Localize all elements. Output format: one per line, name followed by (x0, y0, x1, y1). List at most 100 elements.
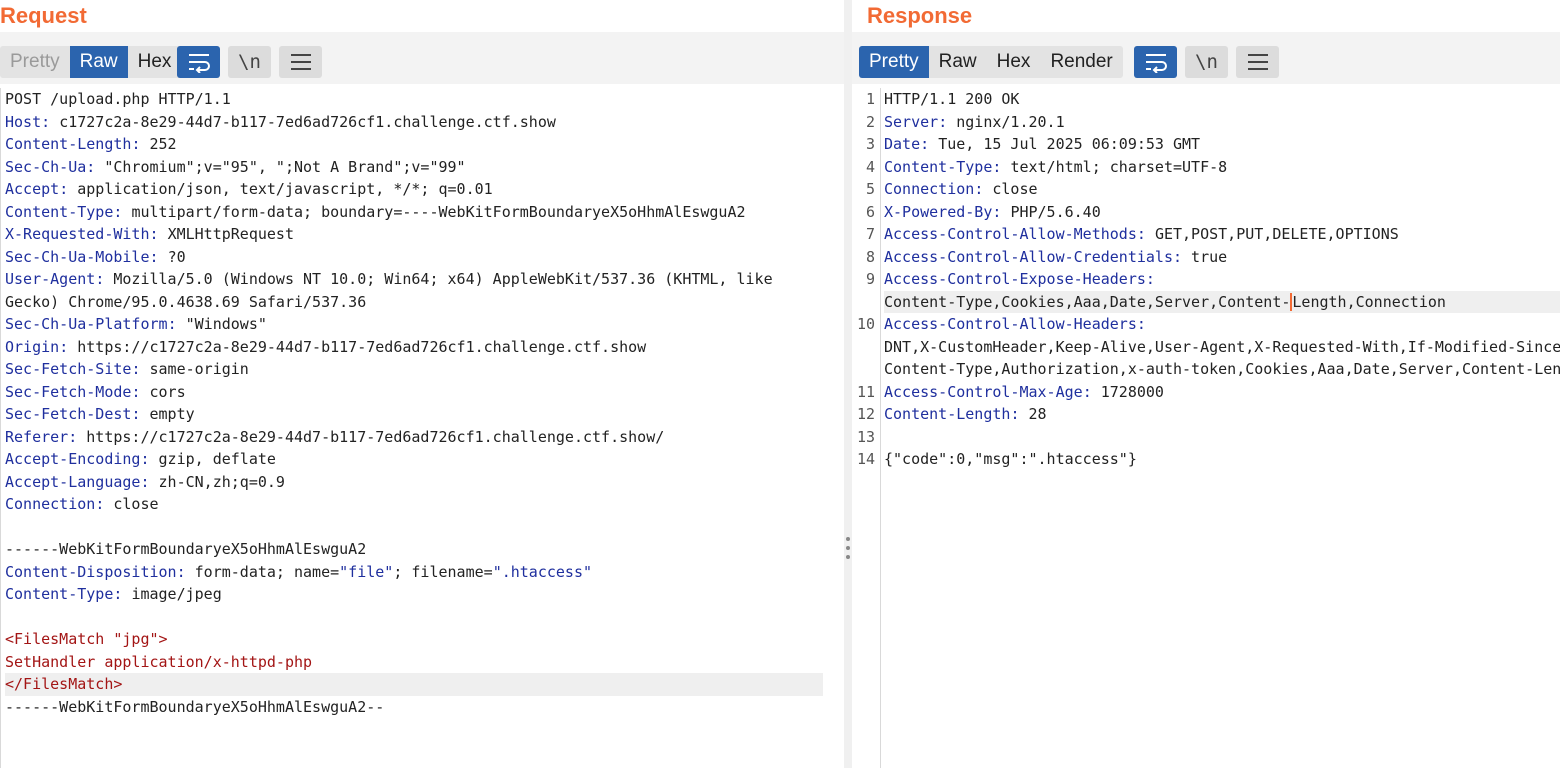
wrap-lines-icon (1145, 54, 1167, 73)
header-name: Content-Type (884, 157, 993, 176)
quoted-value: "file" (339, 562, 394, 581)
line-number (852, 358, 875, 381)
request-line: Sec-Ch-Ua: "Chromium";v="95", ";Not A Br… (5, 156, 466, 179)
line-text: ------WebKitFormBoundaryeX5oHhmAlEswguA2 (5, 540, 367, 558)
newline-toggle-button[interactable]: \n (1185, 46, 1228, 78)
header-separator: : (95, 495, 114, 513)
header-name: X-Powered-By (884, 202, 993, 221)
response-line: Content-Type,Cookies,Aaa,Date,Server,Con… (884, 290, 1560, 313)
header-separator: : (113, 202, 132, 221)
pane-splitter[interactable] (844, 0, 852, 768)
request-line: POST /upload.php HTTP/1.1 (5, 88, 231, 111)
response-line: Access-Control-Allow-Methods: GET,POST,P… (884, 223, 1399, 246)
tab-raw[interactable]: Raw (69, 46, 128, 78)
wrap-lines-button[interactable] (1134, 46, 1177, 78)
request-line: Content-Type: image/jpeg (5, 583, 222, 606)
line-text: nginx/1.20.1 (956, 112, 1065, 131)
header-name: Access-Control-Allow-Methods (884, 225, 1137, 243)
request-line: ------WebKitFormBoundaryeX5oHhmAlEswguA2… (5, 696, 384, 719)
header-separator: : (176, 562, 195, 581)
line-text: </FilesMatch> (5, 675, 123, 693)
line-text: form-data; name= (194, 562, 340, 581)
header-separator: : (1172, 247, 1192, 266)
line-text: 1728000 (1100, 382, 1164, 401)
request-line: Accept-Language: zh-CN,zh;q=0.9 (5, 471, 285, 494)
response-line: Access-Control-Allow-Headers: (884, 313, 1155, 336)
request-line: SetHandler application/x-httpd-php (5, 651, 312, 674)
response-line: Access-Control-Expose-Headers: (884, 268, 1164, 291)
header-name: Content-Type (5, 585, 114, 603)
request-editor[interactable]: POST /upload.php HTTP/1.1 Host: c1727c2a-… (0, 88, 844, 768)
wrap-lines-button[interactable] (177, 46, 220, 78)
header-separator: : (992, 202, 1011, 221)
line-text: ; filename= (393, 562, 493, 581)
header-name: Content-Length (5, 135, 132, 153)
tab-pretty[interactable]: Pretty (0, 46, 70, 78)
menu-button[interactable] (279, 46, 322, 78)
header-name: Connection (884, 180, 975, 198)
line-text: "Chromium";v="95", ";Not A Brand";v="99" (104, 157, 466, 176)
request-line: X-Requested-With: XMLHttpRequest (5, 223, 294, 246)
header-separator: : (1136, 315, 1155, 333)
header-separator: : (59, 337, 78, 356)
response-line: HTTP/1.1 200 OK (884, 88, 1019, 111)
request-view-tabs: Pretty Raw Hex (0, 46, 182, 78)
hamburger-menu-icon (290, 54, 311, 70)
newline-icon: \n (238, 51, 261, 73)
header-name: Sec-Fetch-Site (5, 360, 132, 378)
line-text: XMLHttpRequest (167, 225, 294, 243)
line-text: DNT,X-CustomHeader,Keep-Alive,User-Agent… (884, 337, 1560, 356)
tab-render[interactable]: Render (1040, 46, 1122, 78)
response-line: {"code":0,"msg":".htaccess"} (884, 448, 1137, 471)
response-line: Content-Length: 28 (884, 403, 1047, 426)
header-name: Content-Type (5, 202, 114, 221)
line-text: ------WebKitFormBoundaryeX5oHhmAlEswguA2… (5, 697, 385, 716)
newline-toggle-button[interactable]: \n (228, 46, 271, 78)
header-name: Content-Disposition (5, 562, 177, 581)
response-view-tabs: Pretty Raw Hex Render (859, 46, 1123, 78)
response-line: DNT,X-CustomHeader,Keep-Alive,User-Agent… (884, 336, 1560, 359)
header-name: Access-Control-Expose-Headers (884, 270, 1146, 288)
line-number: 3 (865, 135, 875, 153)
line-text: PHP/5.6.40 (1010, 202, 1101, 221)
request-line: Sec-Fetch-Mode: cors (5, 381, 186, 404)
header-name: X-Requested-With (5, 225, 150, 243)
tab-pretty[interactable]: Pretty (859, 46, 929, 78)
menu-button[interactable] (1236, 46, 1279, 78)
tab-hex[interactable]: Hex (128, 46, 182, 78)
header-name: Accept-Encoding (5, 450, 141, 468)
line-text: Gecko) Chrome/95.0.4638.69 Safari/537.36 (5, 292, 367, 311)
header-separator: : (131, 382, 150, 401)
request-pane: Request Pretty Raw Hex \n POST /upload.p… (0, 0, 844, 768)
line-number: 5 (865, 180, 875, 198)
header-name: Sec-Ch-Ua (5, 157, 87, 176)
line-text: Length,Connection (1292, 292, 1446, 311)
response-editor[interactable]: 1 HTTP/1.1 200 OK 2 Server: nginx/1.20.1 3 Da… (852, 88, 1560, 768)
header-name: Host (5, 112, 42, 131)
request-line: </FilesMatch> (5, 673, 823, 696)
line-number: 4 (865, 157, 875, 176)
response-line: Access-Control-Allow-Credentials: true (884, 246, 1227, 269)
line-text: Content-Type,Authorization,x-auth-token,… (884, 360, 1560, 378)
tab-hex[interactable]: Hex (987, 46, 1041, 78)
response-line: X-Powered-By: PHP/5.6.40 (884, 201, 1101, 224)
line-text: image/jpeg (131, 585, 222, 603)
header-separator: : (95, 270, 114, 288)
line-number: 14 (856, 450, 875, 468)
header-name: Access-Control-Allow-Credentials (884, 247, 1173, 266)
header-name: Server (884, 112, 939, 131)
request-toolbar: Pretty Raw Hex \n (0, 32, 844, 84)
line-text: 252 (149, 135, 177, 153)
line-text: Mozilla/5.0 (Windows NT 10.0; Win64; x64… (113, 270, 773, 288)
line-text: SetHandler application/x-httpd-php (5, 652, 313, 671)
line-text: HTTP/1.1 200 OK (884, 90, 1020, 108)
header-separator: : (1145, 270, 1164, 288)
drag-handle-icon[interactable] (846, 537, 850, 564)
line-text: multipart/form-data; boundary=----WebKit… (131, 202, 746, 221)
request-line: Host: c1727c2a-8e29-44d7-b117-7ed6ad726c… (5, 111, 556, 134)
request-line: <FilesMatch "jpg"> (5, 628, 168, 651)
header-name: Sec-Ch-Ua-Platform (5, 315, 168, 333)
request-line: Accept: application/json, text/javascrip… (5, 178, 493, 201)
request-title: Request (0, 3, 87, 28)
tab-raw[interactable]: Raw (929, 46, 987, 78)
